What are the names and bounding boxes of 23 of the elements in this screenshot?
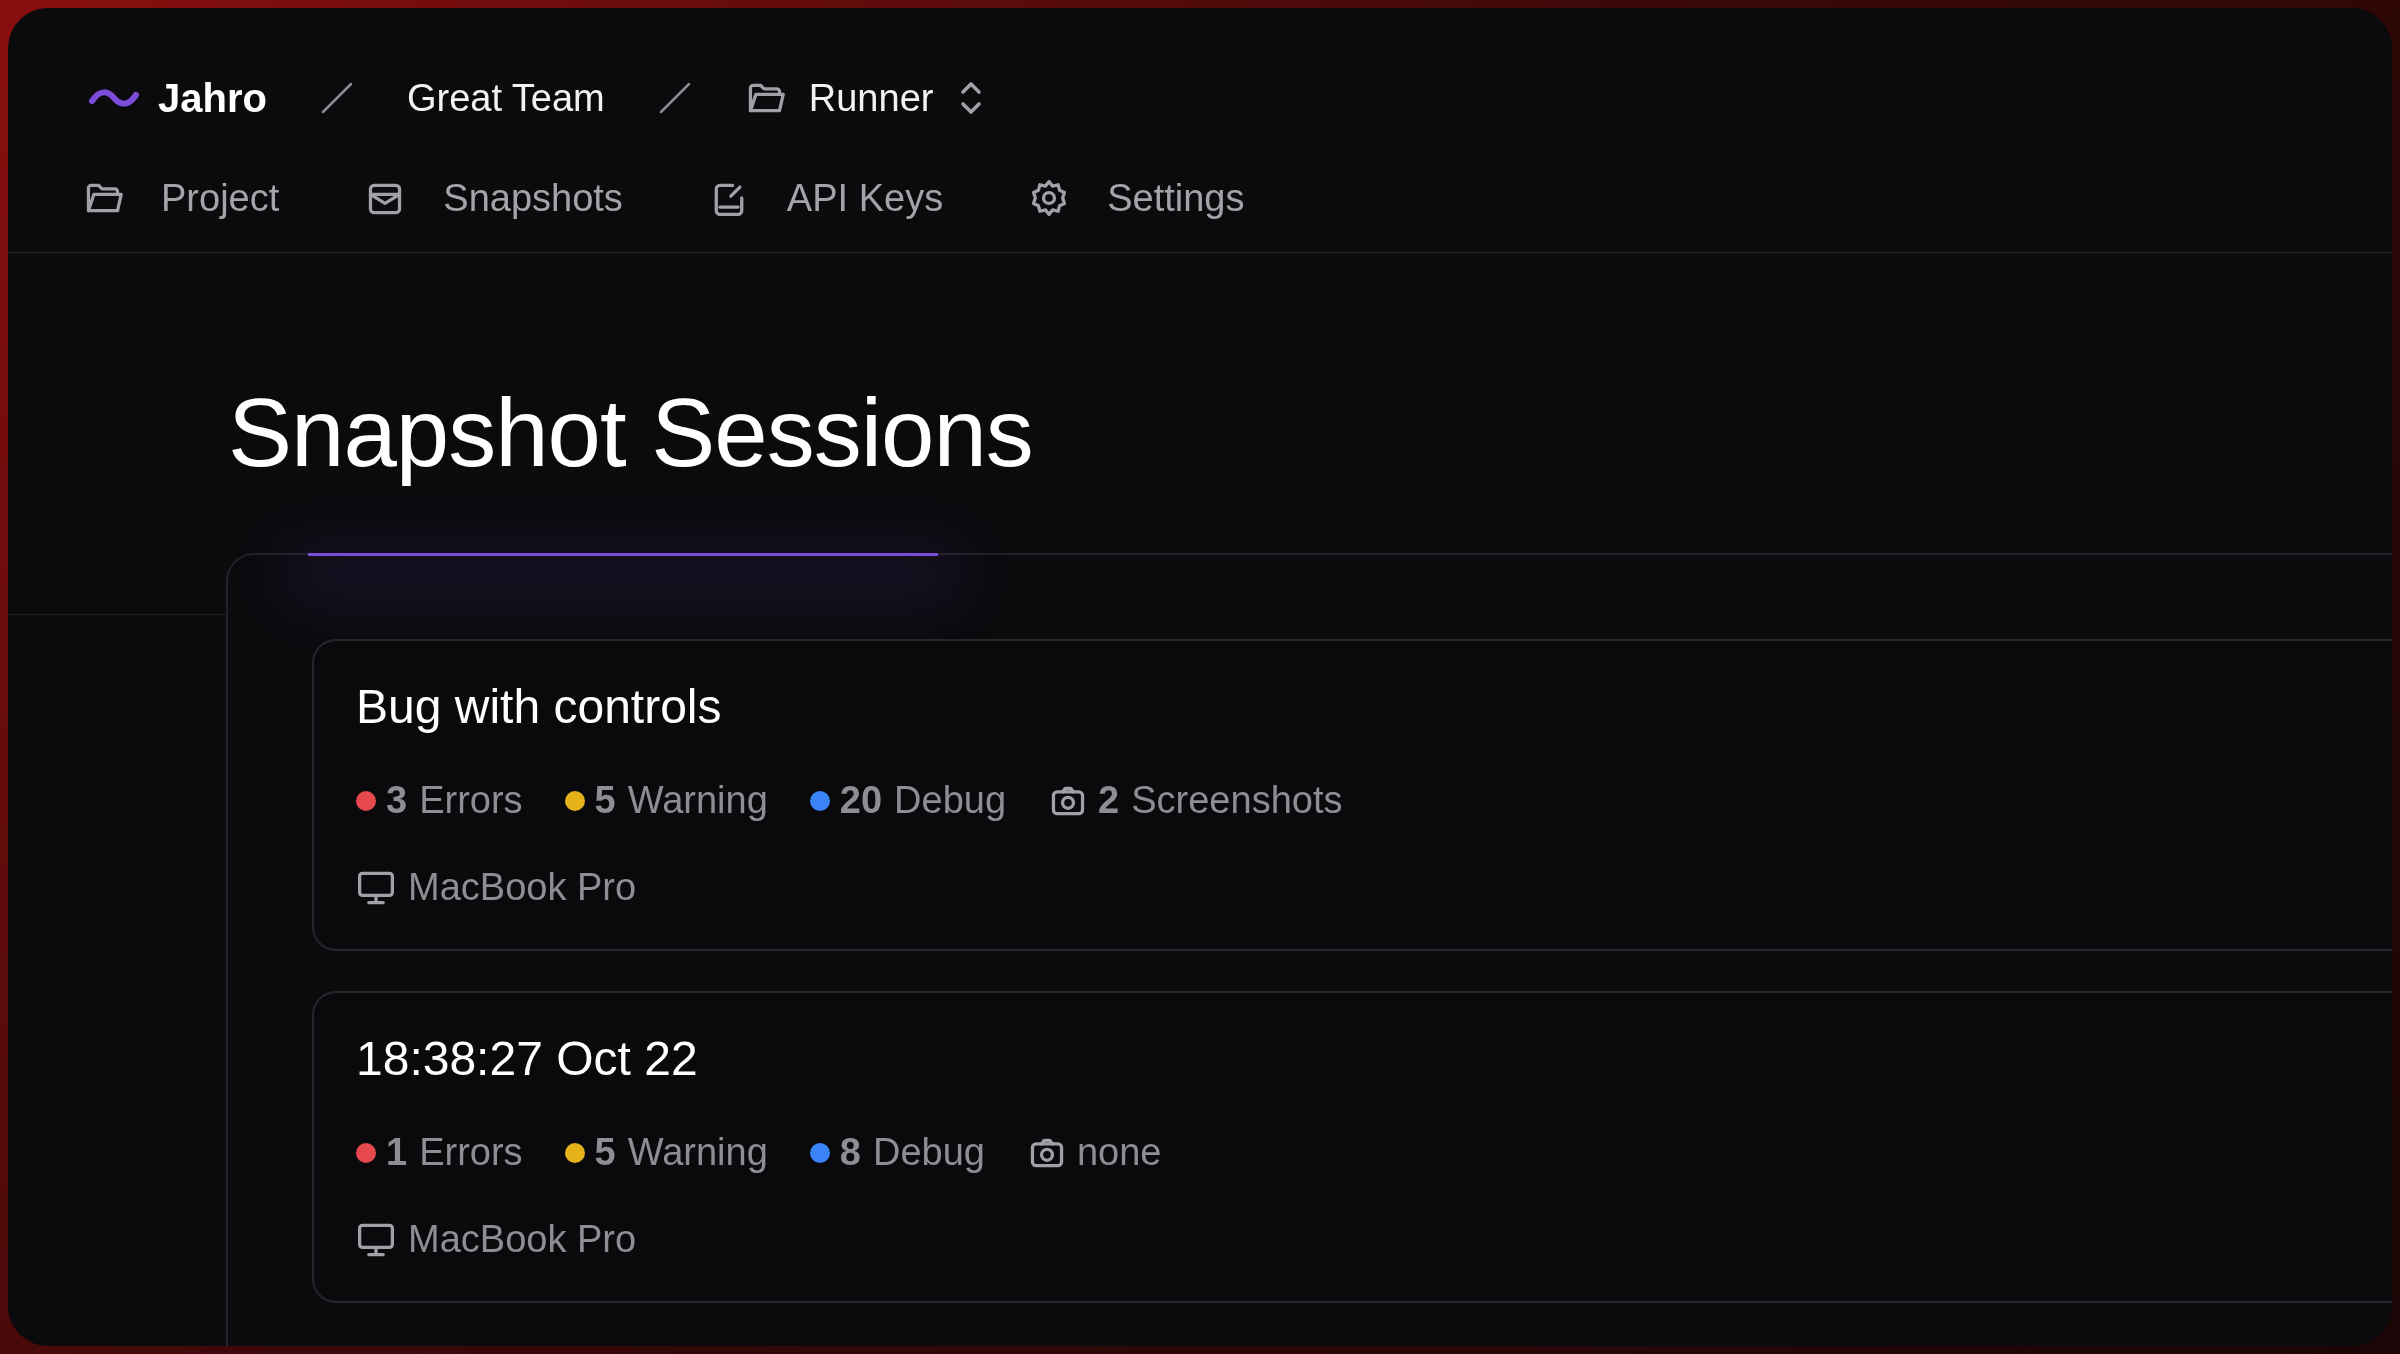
device-name: MacBook Pro [408, 866, 637, 909]
logo-link[interactable]: Jahro [88, 75, 267, 121]
screenshot-count: none [1026, 1131, 1162, 1174]
project-selector[interactable]: Runner [744, 76, 986, 120]
screenshot-count: 2 Screenshots [1048, 779, 1343, 822]
log-count: 5 Warning [564, 1131, 768, 1174]
session-card[interactable]: Bug with controls 3 Errors 5 Warning 20 Debug 2 Screenshots MacBook Pro [312, 639, 2392, 951]
log-count: 1 Errors [356, 1131, 523, 1174]
log-count: 5 Warning [564, 779, 768, 822]
device-name: MacBook Pro [408, 1218, 637, 1261]
log-count: 20 Debug [809, 779, 1007, 822]
nav-tab[interactable]: Settings [1029, 176, 1245, 220]
session-title: 18:38:27 Oct 22 [356, 1035, 699, 1083]
nav-tab[interactable]: Project [83, 176, 280, 220]
log-count: 8 Debug [809, 1131, 985, 1174]
session-title: Bug with controls [356, 683, 723, 731]
nav-tab[interactable]: Snapshots [365, 176, 623, 220]
brand-name: Jahro [158, 75, 267, 121]
page-title: Snapshot Sessions [228, 378, 1034, 488]
session-card[interactable]: 18:38:27 Oct 22 1 Errors 5 Warning 8 Debug none MacBook Pro [312, 991, 2392, 1303]
nav-tab[interactable]: API Keys [708, 176, 944, 220]
log-count: 3 Errors [356, 779, 523, 822]
team-breadcrumb[interactable]: Great Team [406, 76, 605, 120]
